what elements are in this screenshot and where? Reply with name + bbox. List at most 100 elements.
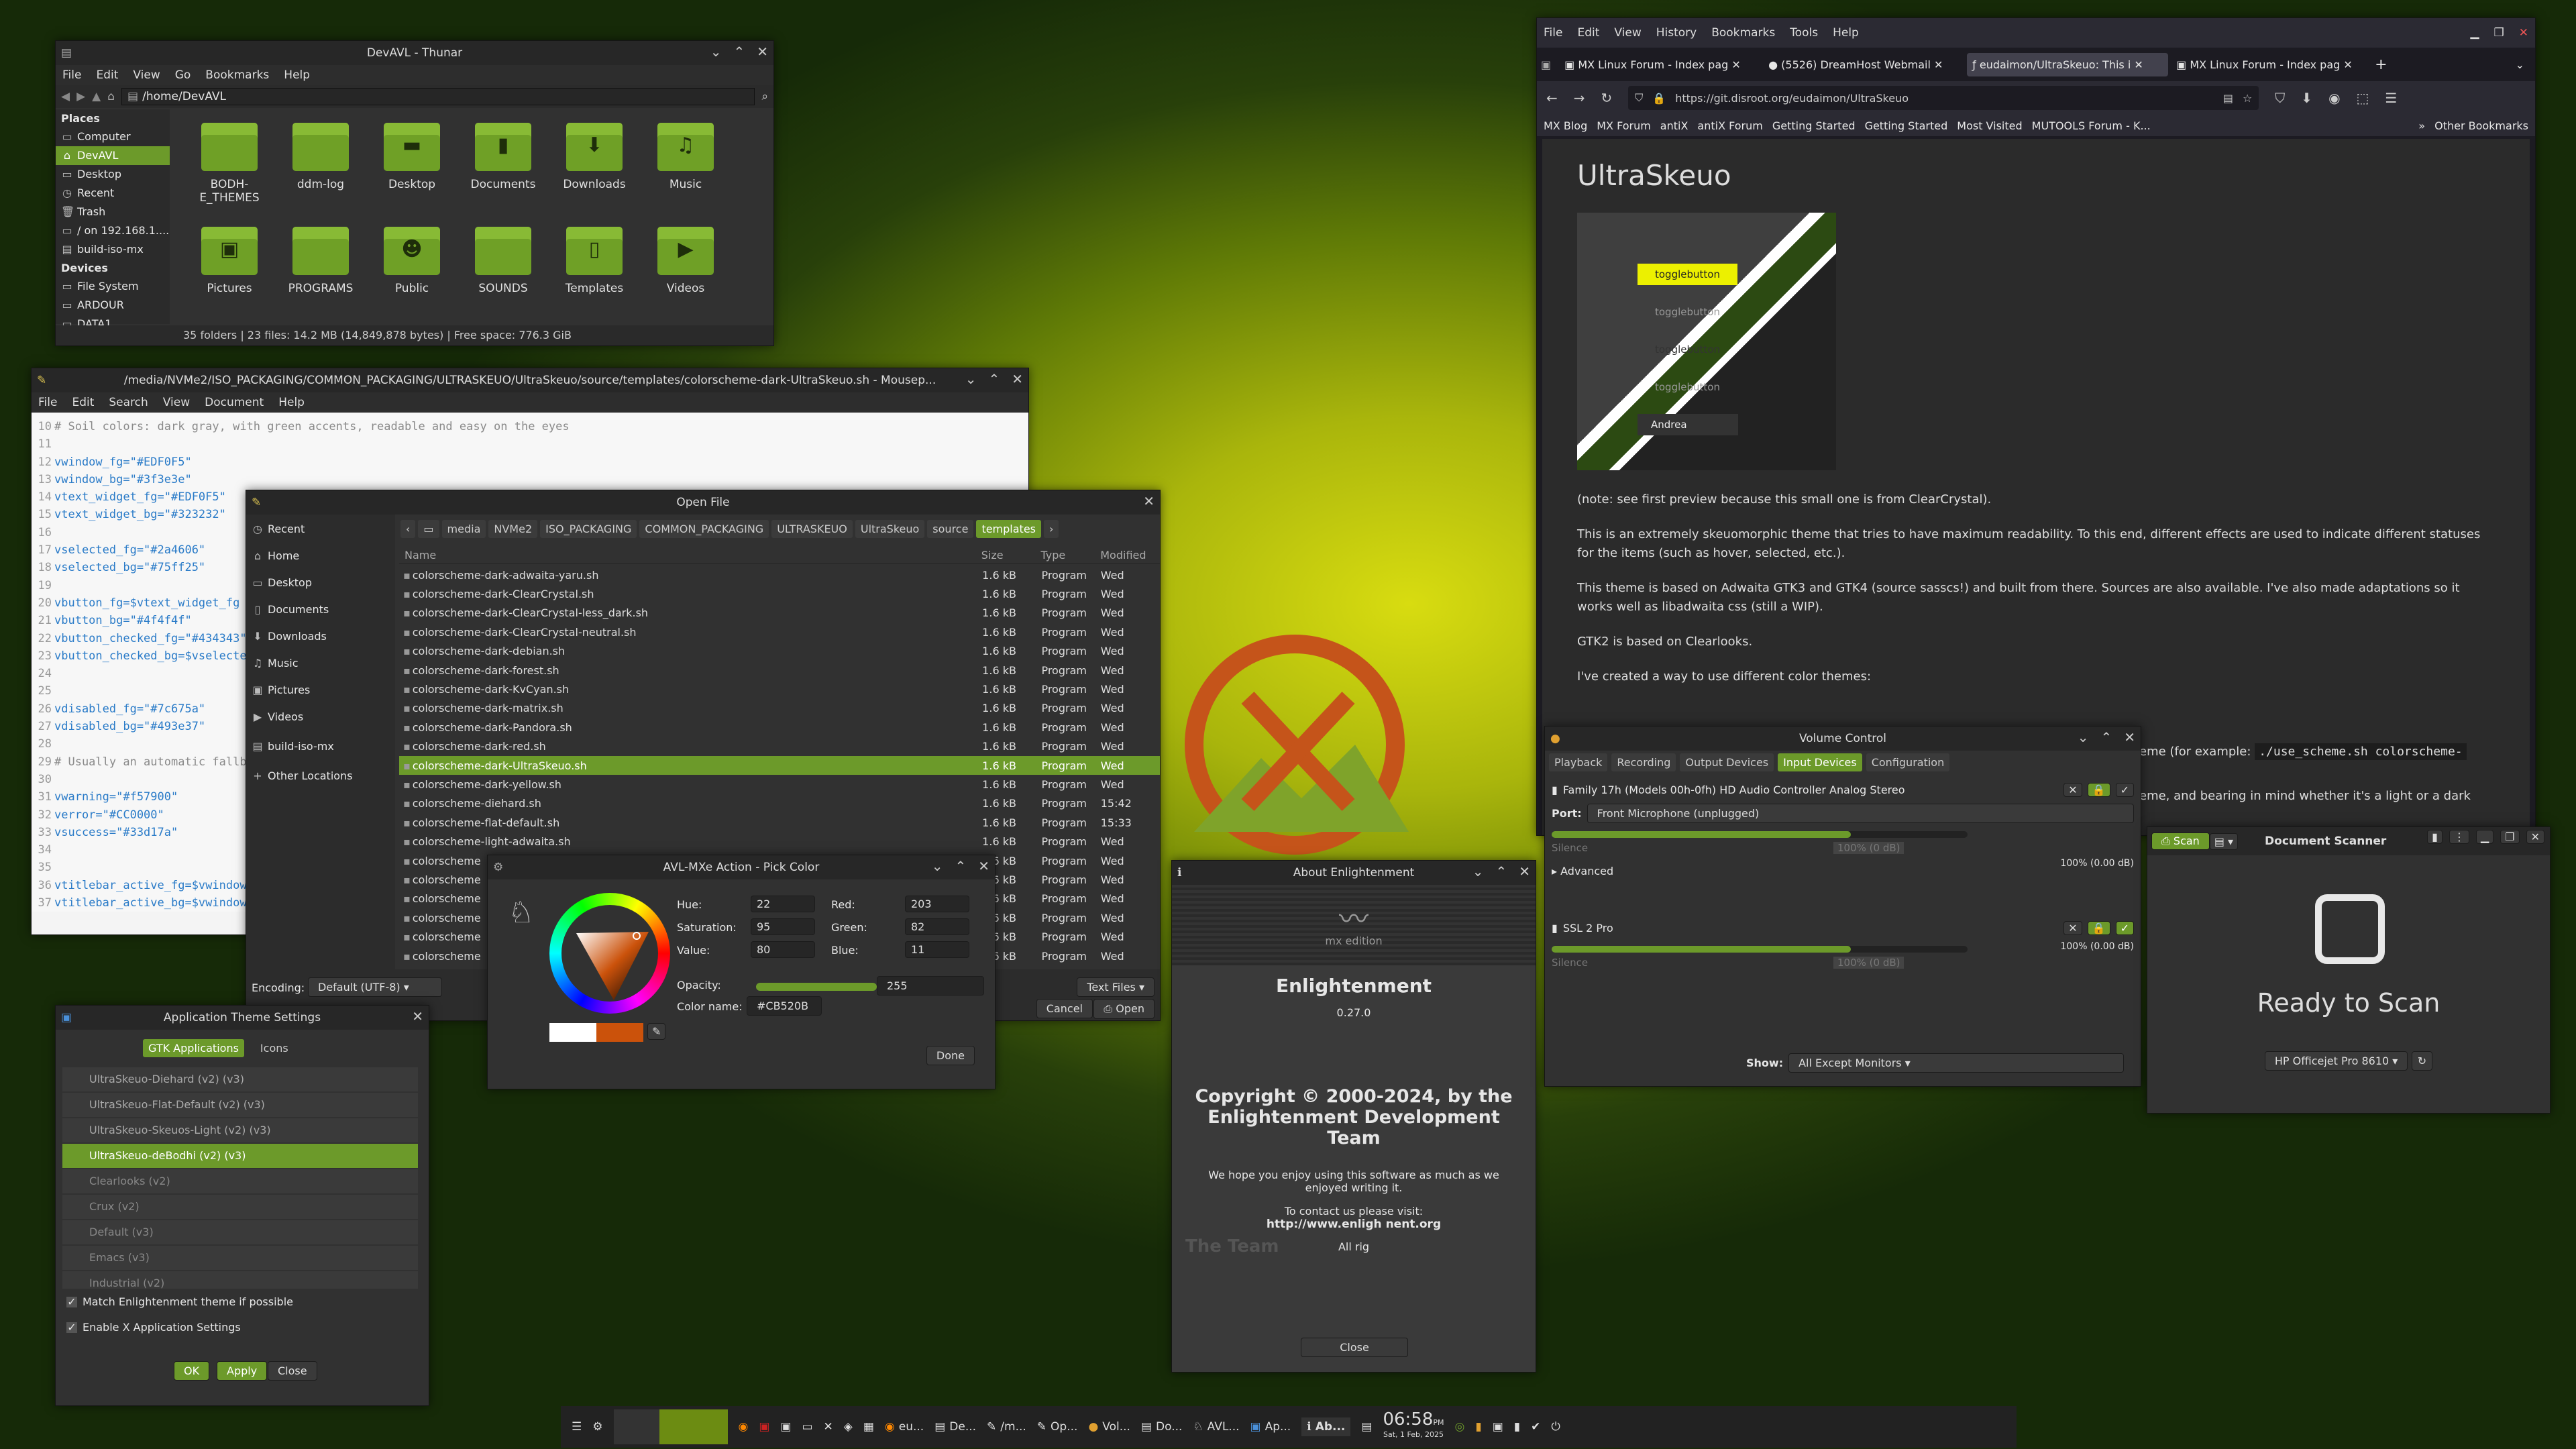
close-icon[interactable]: ✕	[1143, 493, 1155, 509]
task-volume[interactable]: ● Vol...	[1088, 1420, 1130, 1434]
apps-menu-icon[interactable]: ☰	[572, 1420, 582, 1434]
folder-programs[interactable]: PROGRAMS	[280, 227, 361, 295]
close-icon[interactable]: ✕	[757, 44, 768, 60]
folder-ddm-log[interactable]: ddm-log	[280, 123, 361, 191]
tab-icons[interactable]: Icons	[255, 1039, 294, 1057]
folder-downloads[interactable]: ⬇ Downloads	[554, 123, 635, 191]
theme-preview-image[interactable]: togglebutton togglebutton togglebutton t…	[1577, 213, 1836, 470]
filter-select[interactable]: Text Files ▾	[1077, 977, 1155, 997]
menu-bookmarks[interactable]: Bookmarks	[1711, 26, 1775, 40]
path-forward-icon[interactable]: ›	[1044, 520, 1059, 538]
place-recent[interactable]: ◷ Recent	[246, 520, 395, 539]
default-button[interactable]: ✓	[2115, 783, 2134, 797]
task-avl[interactable]: ♘ AVL...	[1193, 1420, 1239, 1434]
network-icon[interactable]: ◎	[1455, 1420, 1465, 1434]
firefox-icon[interactable]: ◉	[739, 1420, 749, 1434]
folder-pictures[interactable]: ▣ Pictures	[189, 227, 270, 295]
bookmark-mx-blog[interactable]: MX Blog	[1544, 119, 1587, 132]
rgb-spin-input[interactable]: 82	[905, 918, 969, 935]
url-bar[interactable]: ⛉ 🔒 https://git.disroot.org/eudaimon/Ultra…	[1628, 86, 2259, 110]
col-type[interactable]: Type	[1041, 549, 1101, 561]
menu-view[interactable]: View	[133, 68, 160, 82]
eyedropper-button[interactable]: ✎	[647, 1023, 666, 1040]
menu-help[interactable]: Help	[1833, 26, 1859, 40]
check-match[interactable]: ✓ Match Enlightenment theme if possible	[66, 1295, 293, 1308]
file-row[interactable]: ▪ colorscheme-dark-debian.sh 1.6 kB Program…	[399, 642, 1160, 661]
minimize-icon[interactable]: ▁	[2470, 26, 2479, 40]
reader-icon[interactable]: ▤	[2223, 92, 2233, 105]
contact-url[interactable]: http://www.enligh nent.org	[1172, 1218, 1536, 1231]
theme-item[interactable]: UltraSkeuo-Diehard (v2) (v3)	[62, 1067, 418, 1091]
tab-close-icon[interactable]: ✕	[2134, 58, 2143, 71]
close-icon[interactable]: ✕	[2519, 26, 2528, 40]
hsv-spin-input[interactable]: 95	[751, 918, 815, 935]
rgb-spin-input[interactable]: 11	[905, 941, 969, 958]
show-select[interactable]: All Except Monitors ▾	[1788, 1053, 2125, 1073]
bookmark-mx-forum[interactable]: MX Forum	[1597, 119, 1651, 132]
tab-dreamhost[interactable]: ● (5526) DreamHost Webmail ✕	[1763, 53, 1964, 76]
file-row[interactable]: ▪ colorscheme-dark-forest.sh 1.6 kB Program…	[399, 661, 1160, 680]
minimize-icon[interactable]: ▁	[2475, 830, 2494, 844]
picker-titlebar[interactable]: ⚙ AVL-MXe Action - Pick Color ⌄ ⌃ ✕	[488, 855, 995, 879]
menu-view[interactable]: View	[1614, 26, 1641, 40]
path-back-icon[interactable]: ‹	[400, 520, 416, 538]
tab-configuration[interactable]: Configuration	[1866, 753, 1950, 771]
maximize-icon[interactable]: ⌃	[733, 44, 745, 60]
cancel-button[interactable]: Cancel	[1036, 999, 1093, 1018]
place-build-iso[interactable]: ▤ build-iso-mx	[246, 737, 395, 756]
theme-titlebar[interactable]: ▣ Application Theme Settings ✕	[56, 1006, 429, 1030]
menu-history[interactable]: History	[1656, 26, 1697, 40]
task-scanner[interactable]: ▤ Do...	[1141, 1420, 1182, 1434]
pocket-icon[interactable]: ⛉	[2275, 90, 2285, 106]
col-modified[interactable]: Modified	[1100, 549, 1160, 561]
back-icon[interactable]: ←	[1546, 90, 1558, 106]
color-triangle[interactable]	[549, 893, 670, 1014]
theme-item[interactable]: Emacs (v3)	[62, 1246, 418, 1270]
clipboard-icon[interactable]: ▣	[1493, 1420, 1503, 1434]
file-row[interactable]: ▪ colorscheme-dark-red.sh 1.6 kB Program Wed	[399, 737, 1160, 756]
theme-item[interactable]: Crux (v2)	[62, 1195, 418, 1219]
maximize-icon[interactable]: ⌃	[988, 371, 1000, 387]
device-select[interactable]: HP Officejet Pro 8610 ▾	[2264, 1051, 2408, 1071]
tab-playback[interactable]: Playback	[1549, 753, 1608, 771]
theme-item[interactable]: Default (v3)	[62, 1220, 418, 1244]
maximize-icon[interactable]: ❐	[2500, 830, 2520, 844]
back-icon[interactable]: ◀	[61, 90, 70, 103]
port-select[interactable]: Front Microphone (unplugged)	[1587, 804, 2134, 823]
tab-close-icon[interactable]: ✕	[1934, 58, 1943, 71]
file-row[interactable]: ▪ colorscheme-dark-ClearCrystal-neutral.s…	[399, 623, 1160, 641]
flag-icon[interactable]: ▤	[1361, 1420, 1372, 1434]
rgb-spin-input[interactable]: 203	[905, 896, 969, 912]
encoding-select[interactable]: Default (UTF-8) ▾	[308, 977, 442, 997]
filezilla-icon[interactable]: ▣	[759, 1420, 769, 1434]
menu-bookmarks[interactable]: Bookmarks	[205, 68, 269, 82]
chevron-down-icon[interactable]: ⌄	[710, 44, 722, 60]
bookmark-star-icon[interactable]: ☆	[2243, 92, 2252, 105]
extension-icon[interactable]: ⬚	[2357, 90, 2369, 106]
sidebar-item-network[interactable]: ▭ / on 192.168.1....	[56, 221, 170, 240]
game-icon[interactable]: ◈	[844, 1420, 853, 1434]
task-about[interactable]: ℹ Ab...	[1301, 1417, 1351, 1436]
screenshot-icon[interactable]: ▦	[863, 1420, 874, 1434]
folder-sounds[interactable]: SOUNDS	[463, 227, 543, 295]
menu-edit[interactable]: Edit	[72, 396, 94, 409]
crumb-ultraskeuo-src[interactable]: UltraSkeuo	[855, 520, 925, 538]
tab-gtk-applications[interactable]: GTK Applications	[143, 1039, 244, 1057]
volume-slider-1[interactable]	[1552, 831, 1968, 838]
file-row[interactable]: ▪ colorscheme-dark-matrix.sh 1.6 kB Program…	[399, 699, 1160, 718]
col-size[interactable]: Size	[981, 549, 1041, 561]
lock-icon[interactable]: 🔒	[1652, 92, 1666, 105]
place-pictures[interactable]: ▣ Pictures	[246, 681, 395, 700]
opacity-slider[interactable]	[756, 983, 877, 991]
file-row[interactable]: ▪ colorscheme-diehard.sh 1.6 kB Program 15:4…	[399, 794, 1160, 813]
scanner-titlebar[interactable]: ⎙ Scan ▤ ▾ Document Scanner ▮ ⋮ ▁ ❐ ✕	[2147, 827, 2550, 855]
menu-file[interactable]: File	[1544, 26, 1562, 40]
open-button[interactable]: ⎙ Open	[1093, 999, 1155, 1019]
close-icon[interactable]: ✕	[1012, 371, 1023, 387]
task-devavl[interactable]: ▤ De...	[934, 1420, 976, 1434]
tab-input-devices[interactable]: Input Devices	[1778, 753, 1862, 771]
menu-icon[interactable]: ☰	[2385, 90, 2397, 106]
place-desktop[interactable]: ▭ Desktop	[246, 574, 395, 592]
refresh-icon[interactable]: ↻	[2411, 1051, 2433, 1071]
apply-button[interactable]: Apply	[217, 1361, 268, 1381]
